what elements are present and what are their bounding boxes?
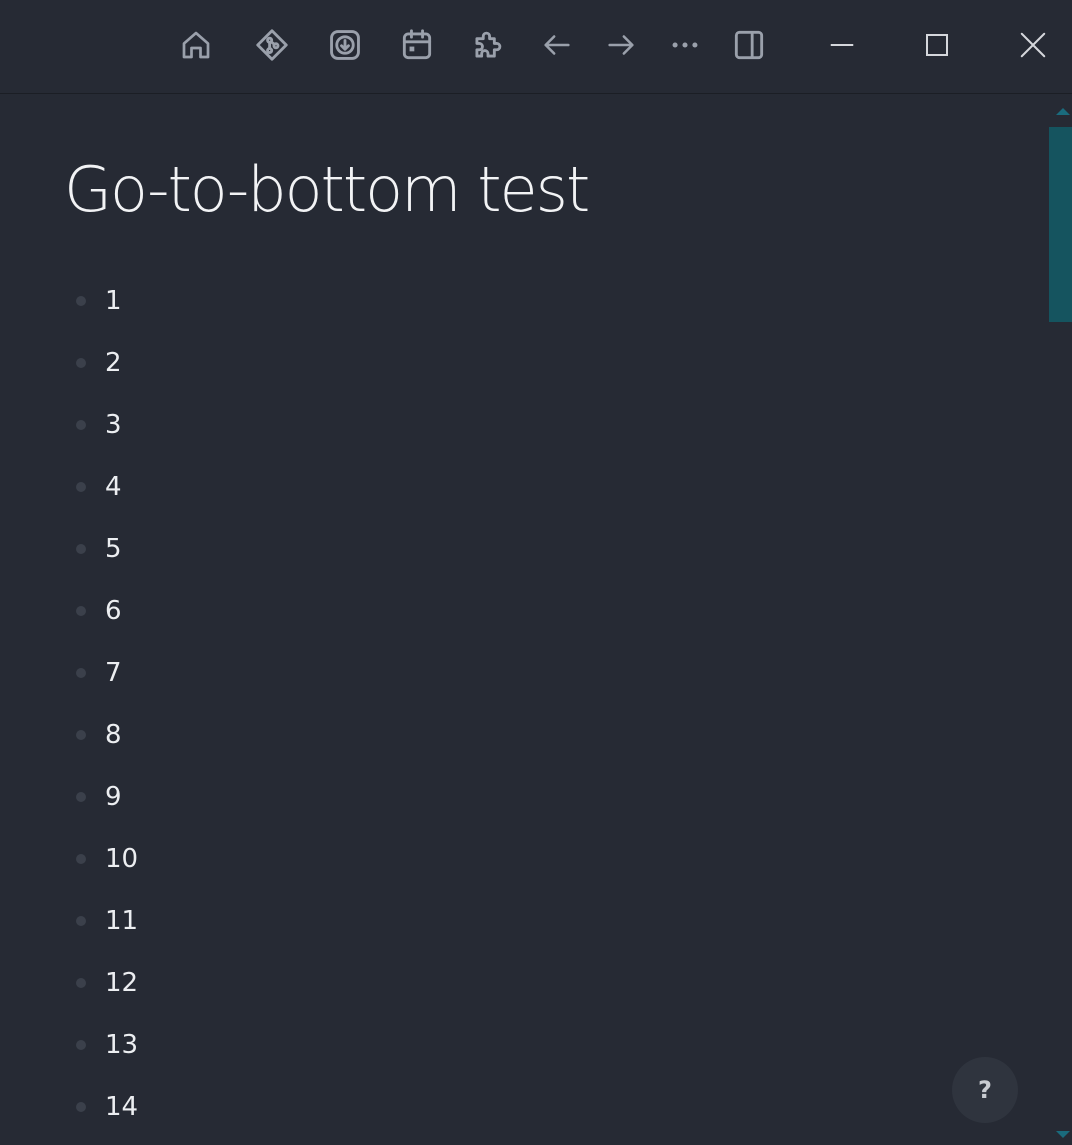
- list-item[interactable]: 5: [64, 518, 464, 580]
- extensions-button[interactable]: [468, 25, 508, 65]
- scrollbar-thumb[interactable]: [1049, 127, 1072, 322]
- close-button[interactable]: [1013, 25, 1053, 65]
- git-button[interactable]: [252, 25, 292, 65]
- block-text[interactable]: 12: [105, 966, 138, 1000]
- bullet-icon[interactable]: [76, 854, 86, 864]
- bullet-icon[interactable]: [76, 544, 86, 554]
- list-item[interactable]: 7: [64, 642, 464, 704]
- list-item[interactable]: 12: [64, 952, 464, 1014]
- page-title[interactable]: Go-to-bottom test: [64, 150, 590, 230]
- git-icon: [256, 29, 288, 61]
- list-item[interactable]: 9: [64, 766, 464, 828]
- bullet-icon[interactable]: [76, 792, 86, 802]
- list-item[interactable]: 1: [64, 270, 464, 332]
- page-content: Go-to-bottom test 1 2 3 4 5 6 7 8 9 10 11 12 13 14: [0, 94, 1072, 1145]
- close-icon: [1020, 32, 1046, 58]
- list-item[interactable]: 13: [64, 1014, 464, 1076]
- download-icon: [330, 30, 360, 60]
- bullet-icon[interactable]: [76, 482, 86, 492]
- block-text[interactable]: 5: [105, 532, 122, 566]
- block-list: 1 2 3 4 5 6 7 8 9 10 11 12 13 14: [64, 270, 464, 1138]
- maximize-icon: [926, 34, 948, 56]
- scroll-up-arrow-icon[interactable]: [1056, 108, 1070, 115]
- back-button[interactable]: [537, 25, 577, 65]
- block-text[interactable]: 13: [105, 1028, 138, 1062]
- sidebar-toggle-button[interactable]: [729, 25, 769, 65]
- bullet-icon[interactable]: [76, 1040, 86, 1050]
- forward-button[interactable]: [601, 25, 641, 65]
- list-item[interactable]: 3: [64, 394, 464, 456]
- bullet-icon[interactable]: [76, 420, 86, 430]
- scroll-down-arrow-icon[interactable]: [1056, 1131, 1070, 1138]
- block-text[interactable]: 14: [105, 1090, 138, 1124]
- block-text[interactable]: 7: [105, 656, 122, 690]
- bullet-icon[interactable]: [76, 358, 86, 368]
- bullet-icon[interactable]: [76, 1102, 86, 1112]
- back-arrow-icon: [544, 35, 570, 55]
- forward-arrow-icon: [608, 35, 634, 55]
- extensions-icon: [475, 31, 502, 58]
- sidebar-toggle-icon: [734, 30, 764, 60]
- bullet-icon[interactable]: [76, 978, 86, 988]
- block-text[interactable]: 10: [105, 842, 138, 876]
- block-text[interactable]: 4: [105, 470, 122, 504]
- bullet-icon[interactable]: [76, 296, 86, 306]
- home-button[interactable]: [176, 25, 216, 65]
- help-button[interactable]: ?: [952, 1057, 1018, 1123]
- block-text[interactable]: 1: [105, 284, 122, 318]
- title-bar: [0, 0, 1072, 94]
- bullet-icon[interactable]: [76, 916, 86, 926]
- maximize-button[interactable]: [917, 25, 957, 65]
- home-icon: [182, 31, 210, 59]
- list-item[interactable]: 4: [64, 456, 464, 518]
- block-text[interactable]: 3: [105, 408, 122, 442]
- block-text[interactable]: 9: [105, 780, 122, 814]
- block-text[interactable]: 11: [105, 904, 138, 938]
- calendar-icon: [402, 29, 432, 60]
- bullet-icon[interactable]: [76, 668, 86, 678]
- list-item[interactable]: 8: [64, 704, 464, 766]
- minimize-button[interactable]: [822, 25, 862, 65]
- block-text[interactable]: 2: [105, 346, 122, 380]
- list-item[interactable]: 2: [64, 332, 464, 394]
- more-icon: [672, 42, 698, 48]
- minimize-icon: [830, 44, 854, 46]
- block-text[interactable]: 6: [105, 594, 122, 628]
- bullet-icon[interactable]: [76, 730, 86, 740]
- list-item[interactable]: 6: [64, 580, 464, 642]
- block-text[interactable]: 8: [105, 718, 122, 752]
- list-item[interactable]: 10: [64, 828, 464, 890]
- download-button[interactable]: [325, 25, 365, 65]
- calendar-button[interactable]: [397, 25, 437, 65]
- list-item[interactable]: 14: [64, 1076, 464, 1138]
- bullet-icon[interactable]: [76, 606, 86, 616]
- more-button[interactable]: [665, 25, 705, 65]
- list-item[interactable]: 11: [64, 890, 464, 952]
